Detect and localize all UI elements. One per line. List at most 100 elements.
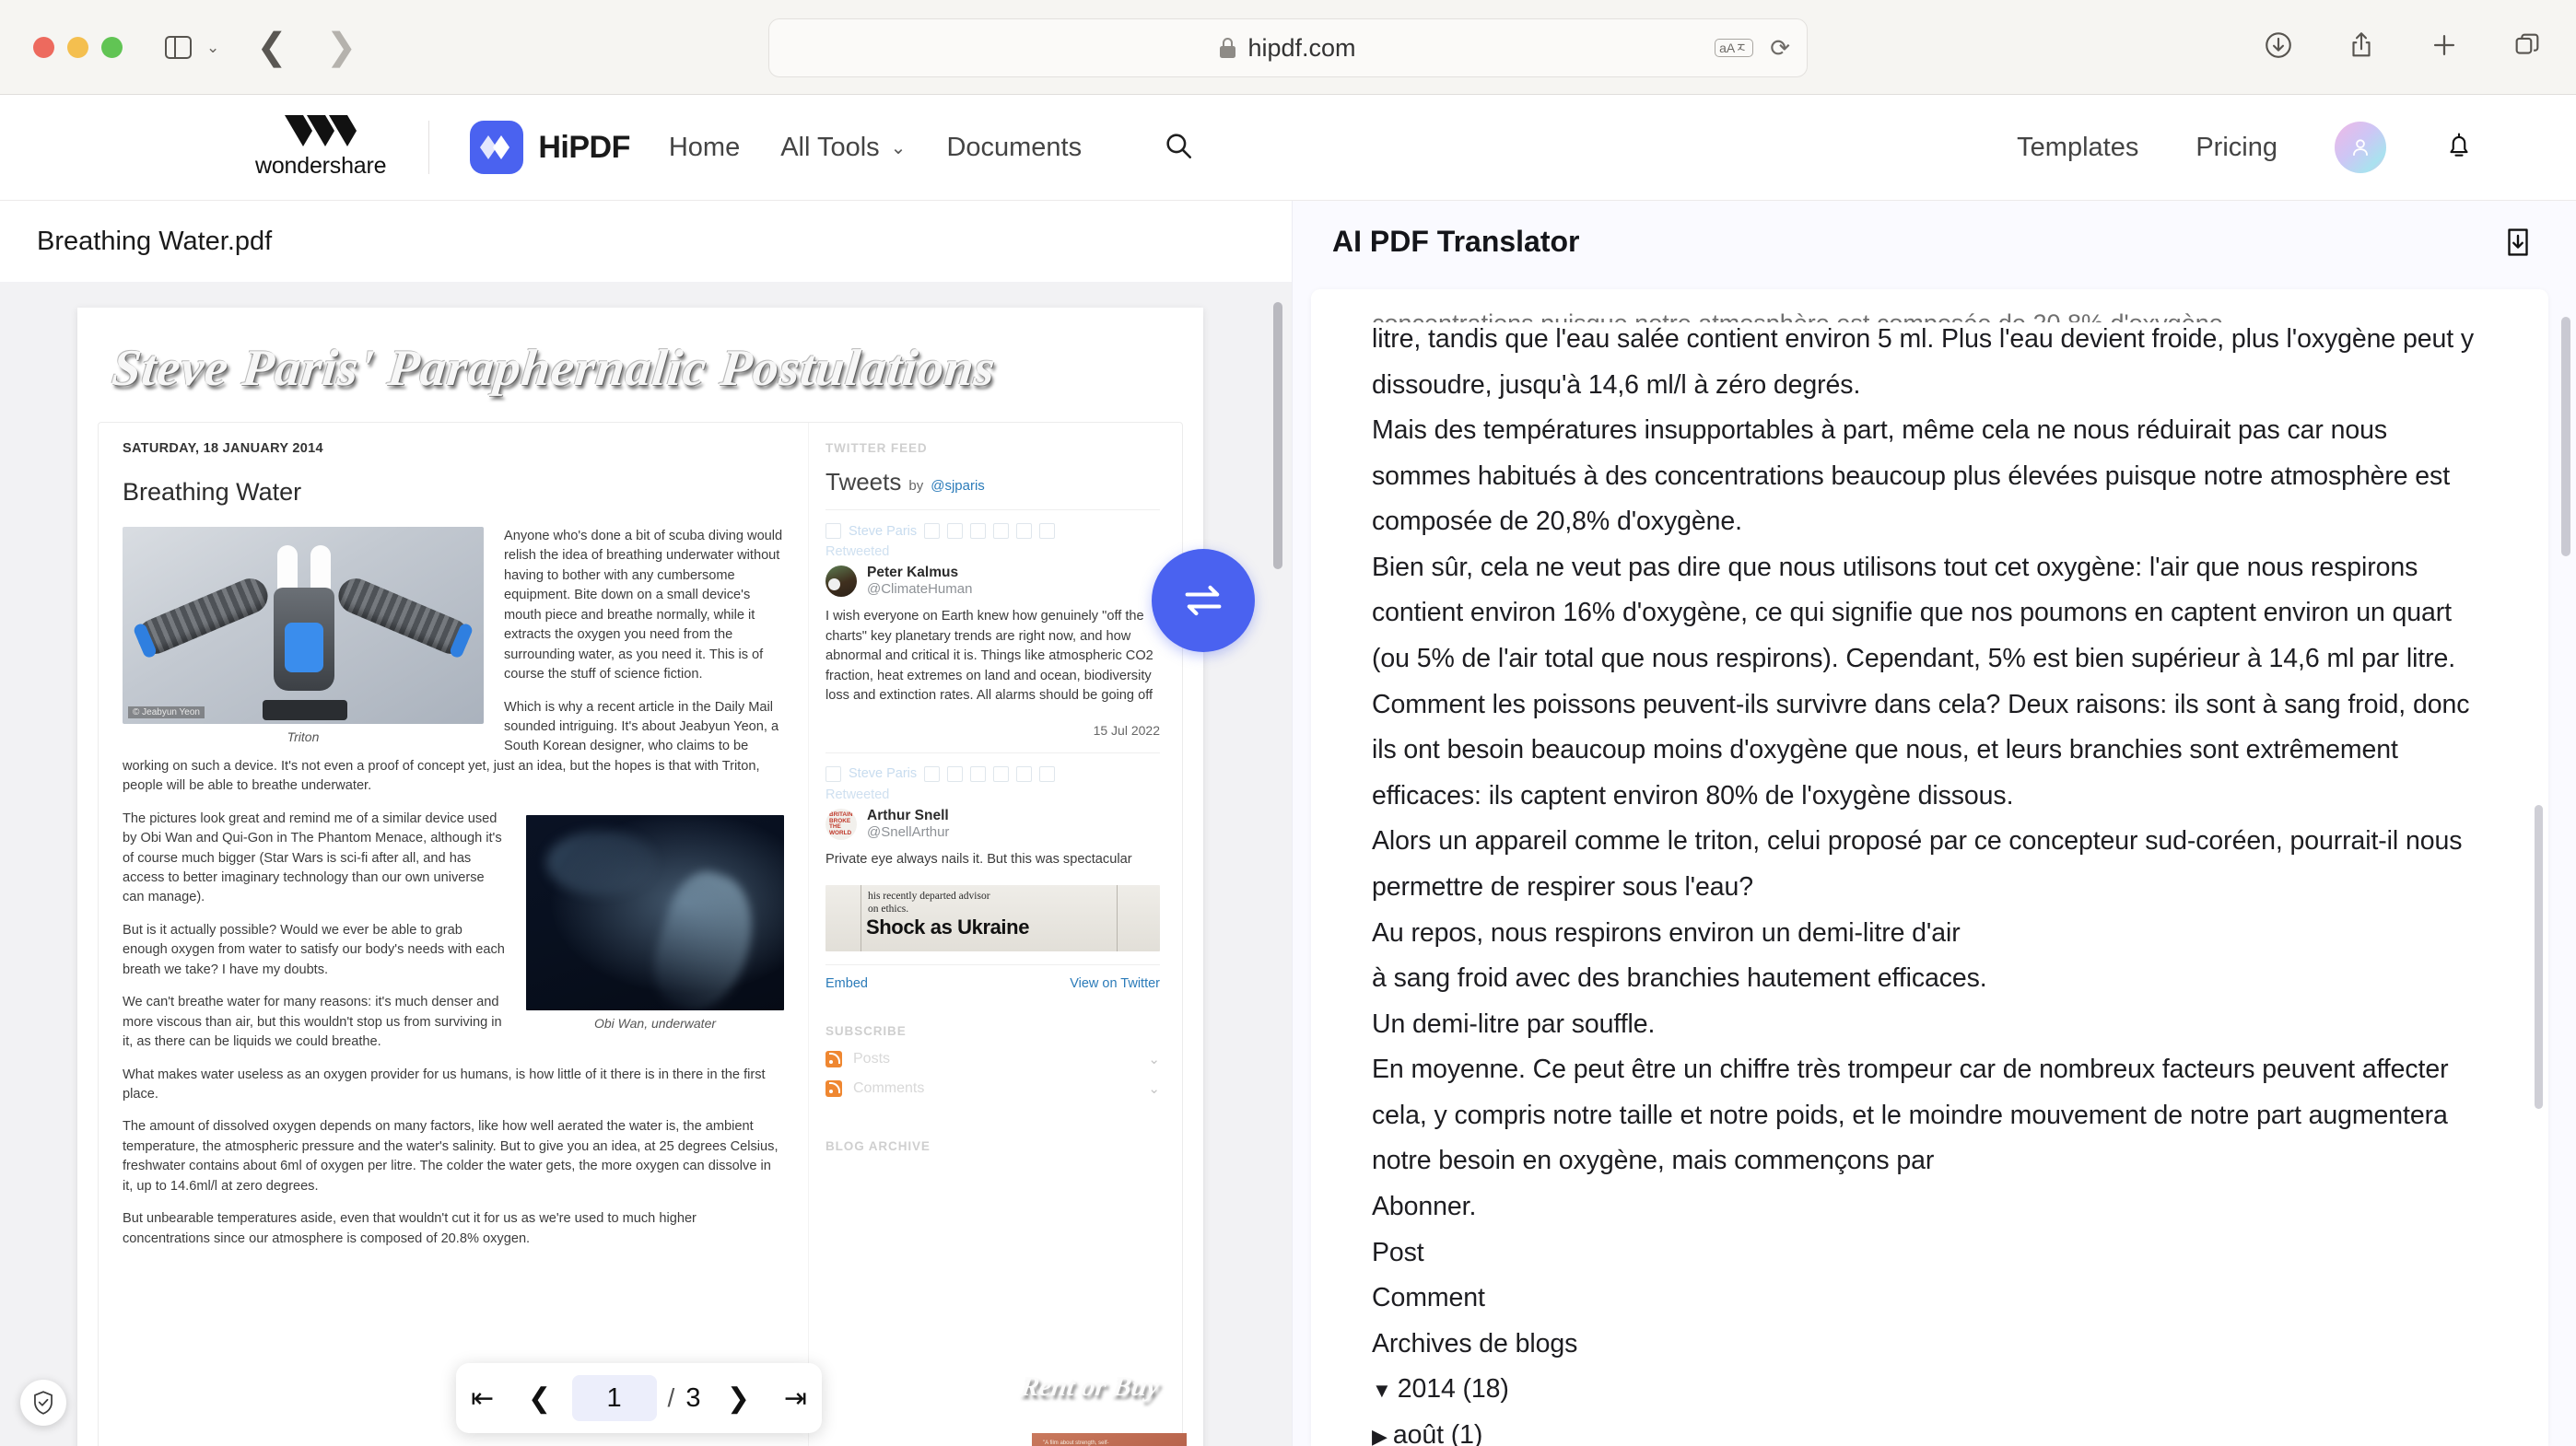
- archive-entry-2014-label: 2014 (18): [1397, 1374, 1509, 1405]
- nav-documents[interactable]: Documents: [946, 133, 1082, 163]
- browser-actions[interactable]: [2263, 29, 2543, 65]
- sidebar-icon[interactable]: [165, 35, 192, 59]
- url-text: hipdf.com: [1247, 33, 1356, 62]
- nav-home-label: Home: [668, 132, 741, 162]
- pdf-canvas-area[interactable]: Steve Paris' Paraphernalic Postulations …: [0, 282, 1292, 1446]
- blog-banner-title: Steve Paris' Paraphernalic Postulations: [109, 340, 999, 397]
- clipping-headline: Shock as Ukraine: [866, 915, 1030, 939]
- next-page-button[interactable]: ❯: [713, 1373, 763, 1423]
- window-controls[interactable]: [33, 36, 123, 58]
- navigation-arrows[interactable]: ❮ ❯: [256, 29, 357, 65]
- main-navigation[interactable]: Home All Tools ⌄ Documents: [669, 130, 1194, 166]
- back-icon[interactable]: ❮: [256, 29, 287, 65]
- placeholder-box-icon: [825, 523, 841, 539]
- tweet-divider: [825, 752, 1160, 753]
- retweet-banner-1: Steve Paris Retweeted: [825, 523, 1160, 559]
- retweeted-label-2: Retweeted: [825, 787, 890, 802]
- retweet-author: Steve Paris: [849, 523, 918, 539]
- rss-icon: [825, 1079, 842, 1097]
- pdf-preview-pane: Breathing Water.pdf Steve Paris' Paraphe…: [0, 201, 1292, 1446]
- tweet-card-1: Peter Kalmus @ClimateHuman I wish everyo…: [825, 565, 1160, 738]
- hipdf-brand[interactable]: HiPDF: [470, 121, 630, 174]
- avatar[interactable]: [2335, 122, 2386, 173]
- triton-image: © Jeabyun Yeon: [123, 527, 484, 724]
- header-divider: [428, 121, 430, 174]
- close-window-button[interactable]: [33, 36, 54, 58]
- translate-icon: [1738, 43, 1745, 51]
- nav-templates[interactable]: Templates: [2017, 133, 2138, 163]
- nav-home[interactable]: Home: [669, 133, 740, 163]
- blog-sidebar-column: TWITTER FEED Tweets by @sjparis Steve Pa…: [808, 423, 1177, 1446]
- forward-icon[interactable]: ❯: [326, 29, 357, 65]
- address-bar[interactable]: hipdf.com aA ⟳: [768, 18, 1808, 77]
- translation-paragraph-7: à sang froid avec des branchies hautemen…: [1372, 963, 1987, 994]
- maximize-window-button[interactable]: [101, 36, 123, 58]
- clipping-line-2: on ethics.: [868, 903, 909, 915]
- current-page-input[interactable]: 1: [571, 1375, 657, 1421]
- translation-pane: AI PDF Translator concentrations puisque…: [1292, 201, 2576, 1446]
- promo-script-text: Rent or Buy: [1018, 1371, 1162, 1402]
- tweet-author-handle: @ClimateHuman: [867, 581, 973, 597]
- chevron-down-icon[interactable]: ⌄: [206, 40, 219, 55]
- translation-card[interactable]: concentrations puisque notre atmosphère …: [1311, 289, 2548, 1446]
- chevron-down-icon: ⌄: [890, 137, 907, 158]
- post-body: © Jeabyun Yeon Triton Anyone who's done …: [123, 527, 784, 1249]
- sidebar-toggle-group[interactable]: ⌄: [165, 35, 219, 59]
- view-on-twitter-link[interactable]: View on Twitter: [1070, 976, 1160, 991]
- translator-titlebar: AI PDF Translator: [1293, 201, 2576, 282]
- subscribe-posts-row[interactable]: Posts ⌄: [825, 1050, 1160, 1067]
- download-icon[interactable]: [2263, 29, 2294, 65]
- archive-entry-2014[interactable]: ▼ 2014 (18): [1372, 1367, 2488, 1413]
- tweet-author-handle-2: @SnellArthur: [867, 823, 950, 840]
- swap-panes-button[interactable]: [1152, 549, 1255, 652]
- nav-pricing[interactable]: Pricing: [2195, 133, 2277, 163]
- obiwan-image: [526, 814, 784, 1010]
- wondershare-logo[interactable]: wondershare: [255, 115, 387, 180]
- chevron-down-icon[interactable]: ⌄: [1148, 1080, 1160, 1097]
- page-title: AI PDF Translator: [1332, 224, 1580, 258]
- pdf-vertical-scrollbar[interactable]: [1273, 302, 1282, 569]
- clipped-top-line: concentrations puisque notre atmosphère …: [1372, 309, 2488, 322]
- embed-link[interactable]: Embed: [825, 976, 868, 991]
- chevron-down-icon[interactable]: ⌄: [1148, 1051, 1160, 1067]
- address-bar-actions[interactable]: aA ⟳: [1715, 34, 1790, 63]
- new-tab-icon[interactable]: [2429, 29, 2460, 65]
- tweet-card-2: Arthur Snell @SnellArthur Private eye al…: [825, 808, 1160, 991]
- reader-text-size-icon[interactable]: aA: [1715, 39, 1754, 57]
- translation-scrollbar[interactable]: [2535, 805, 2543, 1109]
- tweet-author-name-2: Arthur Snell: [867, 807, 949, 823]
- translation-paragraph-11: Post: [1372, 1237, 1424, 1267]
- first-page-button[interactable]: ⇤: [458, 1373, 508, 1423]
- subscribe-comments-row[interactable]: Comments ⌄: [825, 1079, 1160, 1097]
- reload-icon[interactable]: ⟳: [1770, 34, 1790, 63]
- tabs-overview-icon[interactable]: [2512, 29, 2543, 65]
- translation-paragraph-9: En moyenne. Ce peut être un chiffre très…: [1372, 1055, 2449, 1176]
- previous-page-button[interactable]: ❮: [515, 1373, 565, 1423]
- last-page-button[interactable]: ⇥: [770, 1373, 820, 1423]
- minimize-window-button[interactable]: [67, 36, 88, 58]
- search-icon[interactable]: [1163, 130, 1194, 166]
- nav-documents-label: Documents: [946, 132, 1083, 162]
- archive-entry-aout[interactable]: ▶ août (1): [1372, 1413, 2488, 1446]
- privacy-shield-badge[interactable]: [20, 1380, 66, 1426]
- share-icon[interactable]: [2346, 29, 2377, 65]
- header-right-actions[interactable]: Templates Pricing: [2017, 122, 2475, 173]
- translation-paragraph-4: Comment les poissons peuvent-ils survivr…: [1372, 689, 2470, 810]
- archive-entry-aout-label: août (1): [1392, 1419, 1483, 1446]
- triton-caption: Triton: [287, 729, 320, 744]
- nav-all-tools[interactable]: All Tools ⌄: [780, 133, 906, 163]
- retweeted-label: Retweeted: [825, 544, 890, 559]
- pdf-pagination[interactable]: ⇤ ❮ 1 / 3 ❯ ⇥: [456, 1363, 822, 1433]
- translation-pane-scroll-thumb[interactable]: [2561, 317, 2570, 556]
- translation-pane-scroll-track[interactable]: [2561, 289, 2572, 1446]
- post-date: SATURDAY, 18 JANUARY 2014: [123, 441, 323, 456]
- pdf-pane-titlebar: Breathing Water.pdf: [0, 201, 1292, 282]
- download-translation-icon[interactable]: [2500, 225, 2535, 264]
- file-name-label: Breathing Water.pdf: [37, 226, 273, 256]
- page-separator: /: [667, 1383, 675, 1412]
- tweet-footer-links[interactable]: Embed View on Twitter: [825, 963, 1160, 991]
- notifications-bell-icon[interactable]: [2443, 130, 2475, 166]
- tweets-handle[interactable]: @sjparis: [931, 478, 985, 494]
- translation-paragraph-10: Abonner.: [1372, 1191, 1477, 1221]
- tweet-author-name: Peter Kalmus: [867, 565, 959, 580]
